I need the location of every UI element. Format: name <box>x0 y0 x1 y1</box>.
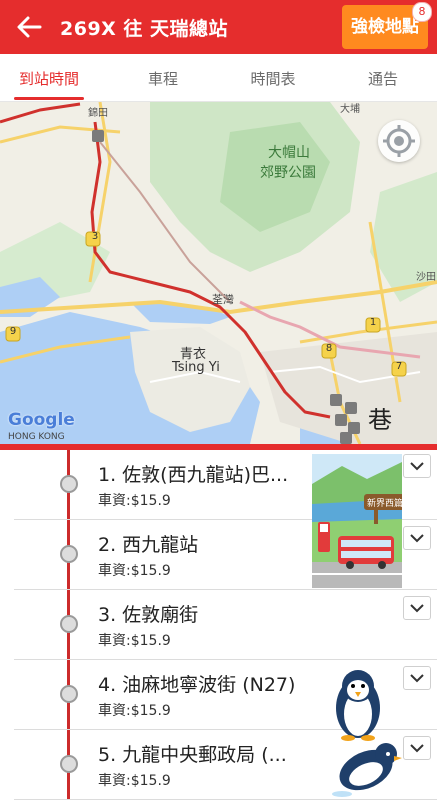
stop-fare: 車資:$15.9 <box>98 633 171 649</box>
tab-bar: 到站時間 車程 時間表 通告 <box>0 54 437 102</box>
stop-item-3[interactable]: 3. 佐敦廟街 車資:$15.9 <box>14 590 437 660</box>
stop-fare: 車資:$15.9 <box>98 563 171 579</box>
back-button[interactable] <box>14 12 44 42</box>
expand-stop-button[interactable] <box>403 454 431 478</box>
active-tab-indicator <box>14 97 84 100</box>
stop-dot <box>60 475 78 493</box>
arrow-left-icon <box>17 16 42 38</box>
my-location-icon <box>383 125 415 157</box>
tab-arrival-time[interactable]: 到站時間 <box>0 54 98 101</box>
chevron-down-icon <box>410 674 424 683</box>
route-title: 269X 往 天瑞總站 <box>60 18 229 40</box>
route-shield-1: 1 <box>369 317 377 328</box>
promo-illustration[interactable]: 新界西篇 <box>312 454 402 588</box>
expand-stop-button[interactable] <box>403 736 431 760</box>
tab-notices[interactable]: 通告 <box>330 54 436 101</box>
stop-dot <box>60 615 78 633</box>
stop-dot <box>60 545 78 563</box>
map-label-kam-tin: 錦田 <box>88 108 108 119</box>
app-header: 269X 往 天瑞總站 強檢地點 8 <box>0 0 437 54</box>
stop-fare: 車資:$15.9 <box>98 773 171 789</box>
route-shield-3: 3 <box>91 231 99 242</box>
stop-fare: 車資:$15.9 <box>98 703 171 719</box>
map-label-kowloon: 巷 <box>368 406 392 434</box>
chevron-down-icon <box>410 534 424 543</box>
expand-stop-button[interactable] <box>403 526 431 550</box>
map-label-tai-wai: 大埔 <box>340 104 360 115</box>
chevron-down-icon <box>410 604 424 613</box>
quick-check-label: 強檢地點 <box>351 17 419 37</box>
chevron-down-icon <box>410 462 424 471</box>
expand-stop-button[interactable] <box>403 596 431 620</box>
map-label-tsing-yi-en: Tsing Yi <box>172 360 220 375</box>
route-map[interactable]: 大帽山 郊野公園 荃灣 青衣 Tsing Yi 錦田 大埔 沙田 巷 3 9 8… <box>0 102 437 444</box>
map-canvas <box>0 102 437 444</box>
stop-name: 5. 九龍中央郵政局 (... <box>98 744 287 766</box>
stop-name: 3. 佐敦廟街 <box>98 604 199 626</box>
tab-timetable[interactable]: 時間表 <box>220 54 326 101</box>
route-shield-7: 7 <box>395 361 403 372</box>
route-shield-8: 8 <box>325 343 333 354</box>
stop-name: 2. 西九龍站 <box>98 534 199 556</box>
stop-dot <box>60 755 78 773</box>
map-label-tsuen-wan: 荃灣 <box>212 293 234 306</box>
chevron-down-icon <box>410 744 424 753</box>
stop-name: 1. 佐敦(西九龍站)巴... <box>98 464 289 486</box>
tab-journey[interactable]: 車程 <box>110 54 216 101</box>
promo-scene <box>312 454 402 588</box>
route-shield-9: 9 <box>9 326 17 337</box>
penguin-illustration <box>332 743 402 797</box>
penguin-illustration <box>336 670 380 741</box>
quick-check-badge: 8 <box>412 2 432 22</box>
my-location-button[interactable] <box>378 120 420 162</box>
map-label-hong-kong: HONG KONG <box>8 432 65 442</box>
expand-stop-button[interactable] <box>403 666 431 690</box>
promo-sign-text: 新界西篇 <box>366 499 402 509</box>
stop-name: 4. 油麻地寧波街 (N27) <box>98 674 296 696</box>
map-label-park-1: 大帽山 <box>268 145 310 161</box>
map-label-park-2: 郊野公園 <box>260 165 316 181</box>
stop-dot <box>60 685 78 703</box>
google-logo: Google <box>8 410 75 430</box>
map-label-sha-tin: 沙田 <box>416 272 436 283</box>
quick-check-location-button[interactable]: 強檢地點 8 <box>342 2 432 49</box>
stop-fare: 車資:$15.9 <box>98 493 171 509</box>
